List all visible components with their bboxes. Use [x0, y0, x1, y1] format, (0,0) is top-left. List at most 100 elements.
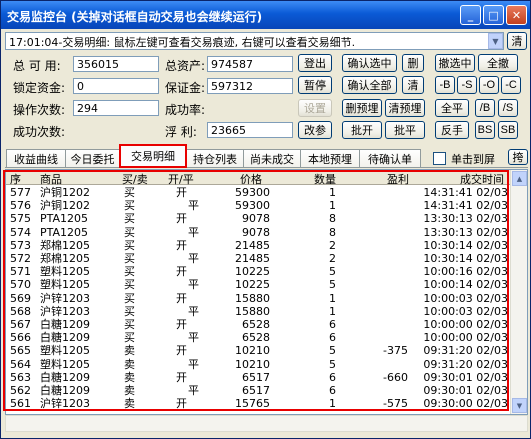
vertical-scrollbar[interactable]: ▲ ▼ [510, 170, 527, 414]
slash-b-button[interactable]: /B [475, 99, 495, 117]
table-row[interactable]: 572 郑棉1205 买 平 21485 2 10:30:14 02/03 [6, 252, 511, 265]
confirm-all-button[interactable]: 确认全部 [342, 76, 397, 94]
cell-price: 59300 [235, 199, 270, 213]
table-row[interactable]: 577 沪铜1202 买 开 59300 1 14:31:41 02/03 [6, 186, 511, 199]
cell-qty: 8 [329, 212, 336, 226]
cancel-selected-button[interactable]: 撤选中 [435, 54, 475, 72]
close-button[interactable]: ✕ [506, 5, 527, 25]
minus-b-button[interactable]: -B [435, 76, 455, 94]
bs-button[interactable]: BS [475, 121, 495, 139]
minus-c-button[interactable]: -C [501, 76, 521, 94]
cell-time: 10:30:14 02/03 [423, 252, 508, 265]
pause-button[interactable]: 暂停 [298, 76, 332, 94]
confirm-selected-button[interactable]: 确认选中 [342, 54, 397, 72]
clear-preset-button[interactable]: 清预埋 [385, 99, 425, 117]
cell-price: 10225 [235, 265, 270, 279]
cell-qty: 1 [329, 291, 336, 305]
table-row[interactable]: 565 塑料1205 卖 开 10210 5 -375 09:31:20 02/03 [6, 344, 511, 357]
table-row[interactable]: 574 PTA1205 买 平 9078 8 13:30:13 02/03 [6, 226, 511, 239]
table-row[interactable]: 571 塑料1205 买 开 10225 5 10:00:16 02/03 [6, 265, 511, 278]
message-clear-button[interactable]: 清 [507, 32, 527, 50]
cell-time: 13:30:13 02/03 [423, 225, 508, 239]
minus-o-button[interactable]: -O [479, 76, 499, 94]
reverse-button[interactable]: 反手 [435, 121, 469, 139]
table-row[interactable]: 567 白糖1209 买 开 6528 6 10:00:00 02/03 [6, 318, 511, 331]
cell-open-close: 平 [188, 331, 199, 345]
table-row[interactable]: 569 沪锌1203 买 开 15880 1 10:00:03 02/03 [6, 292, 511, 305]
tab-local-presets[interactable]: 本地预埋 [300, 149, 360, 168]
table-row[interactable]: 570 塑料1205 买 平 10225 5 10:00:14 02/03 [6, 278, 511, 291]
cell-price: 10210 [235, 344, 270, 358]
table-row[interactable]: 576 沪铜1202 买 平 59300 1 14:31:41 02/03 [6, 199, 511, 212]
maximize-button[interactable]: □ [483, 5, 504, 25]
column-time[interactable]: 成交时间 [460, 171, 504, 187]
table-row[interactable]: 573 郑棉1205 买 开 21485 2 10:30:14 02/03 [6, 239, 511, 252]
cell-qty: 2 [329, 252, 336, 265]
tab-today-orders[interactable]: 今日委托 [65, 149, 120, 168]
cell-seq: 574 [10, 225, 31, 239]
column-qty[interactable]: 数量 [314, 171, 336, 187]
table-row[interactable]: 561 沪锌1203 卖 开 15765 1 -575 09:30:00 02/03 [6, 397, 511, 410]
column-open-close[interactable]: 开/平 [168, 171, 194, 187]
batch-open-button[interactable]: 批开 [342, 121, 382, 139]
tab-positions[interactable]: 持仓列表 [186, 149, 244, 168]
table-row[interactable]: 562 白糖1209 卖 平 6517 6 09:30:01 02/03 [6, 384, 511, 397]
table-row[interactable]: 575 PTA1205 买 开 9078 8 13:30:13 02/03 [6, 212, 511, 225]
chevron-down-icon[interactable]: ▼ [488, 33, 503, 49]
minimize-button[interactable]: _ [460, 5, 481, 25]
single-click-checkbox[interactable] [433, 152, 446, 165]
total-assets-field: 974587 [207, 56, 293, 72]
delete-button[interactable]: 删 [402, 54, 424, 72]
message-dropdown[interactable]: 17:01:04-交易明细: 鼠标左键可查看交易痕迹, 右键可以查看交易细节. [5, 32, 504, 50]
cell-item: PTA1205 [40, 212, 89, 226]
cancel-all-button[interactable]: 全撤 [478, 54, 518, 72]
cell-seq: 569 [10, 291, 31, 305]
tab-profit-curve[interactable]: 收益曲线 [6, 149, 66, 168]
close-all-button[interactable]: 全平 [435, 99, 469, 117]
tab-trade-details[interactable]: 交易明细 [119, 144, 187, 168]
cell-side: 卖 [124, 357, 135, 371]
revise-button[interactable]: 改参 [298, 121, 332, 139]
table-row[interactable]: 563 白糖1209 卖 开 6517 6 -660 09:30:01 02/03 [6, 371, 511, 384]
column-item[interactable]: 商品 [40, 171, 62, 187]
settings-button[interactable]: 设置 [298, 99, 332, 117]
cell-time: 10:00:14 02/03 [423, 278, 508, 292]
cell-price: 15880 [235, 304, 270, 318]
table-row[interactable]: 568 沪锌1203 买 平 15880 1 10:00:03 02/03 [6, 305, 511, 318]
cell-price: 15765 [235, 397, 270, 411]
cell-seq: 566 [10, 331, 31, 345]
title-bar[interactable]: 交易监控台 (关掉对话框自动交易也会继续运行) _ □ ✕ [1, 1, 530, 29]
expand-button[interactable]: 挎 [508, 149, 528, 165]
clear-button[interactable]: 清 [402, 76, 424, 94]
scroll-up-icon[interactable]: ▲ [512, 171, 527, 186]
cell-time: 09:31:20 02/03 [423, 357, 508, 371]
cell-qty: 6 [329, 318, 336, 331]
cell-open-close: 平 [188, 199, 199, 213]
scroll-down-icon[interactable]: ▼ [512, 398, 527, 413]
sb-button[interactable]: SB [498, 121, 518, 139]
tab-pending-orders[interactable]: 尚未成交 [243, 149, 301, 168]
cell-time: 10:00:03 02/03 [423, 304, 508, 318]
column-seq[interactable]: 序 [10, 171, 21, 187]
cell-time: 09:31:20 02/03 [423, 344, 508, 358]
cell-side: 卖 [124, 370, 135, 384]
tab-awaiting-confirm[interactable]: 待确认单 [359, 149, 421, 168]
column-side[interactable]: 买/卖 [122, 171, 148, 187]
batch-close-button[interactable]: 批平 [385, 121, 425, 139]
column-price[interactable]: 价格 [240, 171, 262, 187]
horizontal-scrollbar[interactable] [5, 415, 528, 432]
cell-open-close: 平 [188, 252, 199, 265]
table-row[interactable]: 564 塑料1205 卖 平 10210 5 09:31:20 02/03 [6, 358, 511, 371]
slash-s-button[interactable]: /S [498, 99, 518, 117]
cell-item: 沪锌1203 [40, 291, 90, 305]
margin-label: 保证金: [165, 81, 206, 95]
delete-preset-button[interactable]: 删预埋 [342, 99, 382, 117]
cell-price: 59300 [235, 186, 270, 199]
logout-button[interactable]: 登出 [298, 54, 332, 72]
column-profit[interactable]: 盈利 [387, 171, 409, 187]
minus-s-button[interactable]: -S [457, 76, 477, 94]
trade-monitor-window: 交易监控台 (关掉对话框自动交易也会继续运行) _ □ ✕ 17:01:04-交… [0, 0, 531, 439]
cell-price: 6517 [242, 370, 270, 384]
cell-time: 10:00:00 02/03 [423, 331, 508, 345]
table-row[interactable]: 566 白糖1209 买 平 6528 6 10:00:00 02/03 [6, 331, 511, 344]
